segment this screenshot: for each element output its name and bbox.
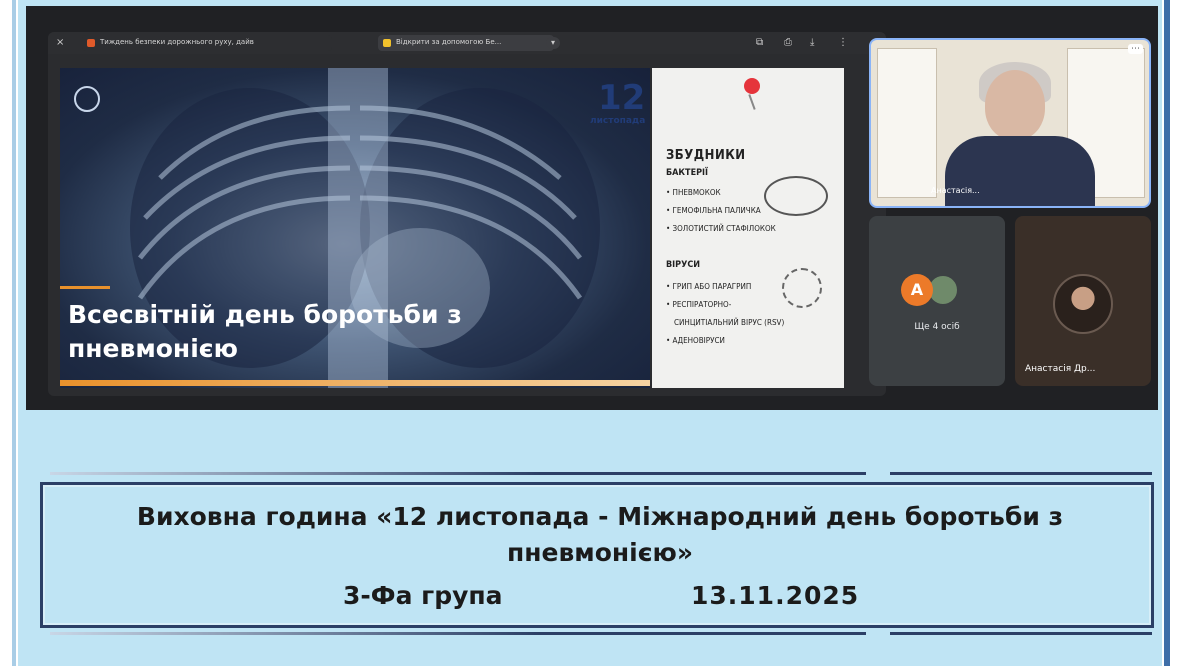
shared-screen: × Тиждень безпеки дорожнього руху, дайв …	[48, 32, 886, 396]
bacteria-item: • ПНЕВМОКОК	[666, 188, 721, 197]
bookshelf	[877, 48, 937, 198]
caption-date: 13.11.2025	[691, 581, 860, 610]
decorative-line	[890, 632, 1152, 635]
browser-tab-2[interactable]: Відкрити за допомогою Бе...	[378, 35, 554, 51]
participant-tile-more[interactable]: A Ще 4 осіб	[869, 216, 1005, 386]
video-call-window: × Тиждень безпеки дорожнього руху, дайв …	[26, 6, 1158, 410]
accent-bar	[60, 380, 650, 386]
pathogens-heading: ЗБУДНИКИ	[666, 148, 746, 163]
more-participants-label: Ще 4 осіб	[914, 322, 960, 332]
slide-info-panel: ЗБУДНИКИ БАКТЕРІЇ • ПНЕВМОКОК • ГЕМОФІЛЬ…	[652, 68, 844, 388]
bacteria-item: • ГЕМОФІЛЬНА ПАЛИЧКА	[666, 206, 761, 215]
viruses-heading: ВІРУСИ	[666, 260, 701, 270]
chevron-down-icon[interactable]: ▾	[546, 37, 560, 49]
more-vert-icon[interactable]: ⋮	[838, 37, 848, 48]
petri-dish-icon	[764, 176, 828, 216]
left-frame-border	[0, 0, 18, 666]
tab-favicon-icon	[383, 39, 391, 47]
bacteria-item: • ЗОЛОТИСТИЙ СТАФІЛОКОК	[666, 224, 776, 233]
slide-date-number: 12	[598, 78, 646, 118]
cast-icon[interactable]: ⧉	[756, 37, 763, 48]
participant-tile-camera[interactable]: Анастасія... ⋯	[869, 38, 1151, 208]
slide-xray-panel: Всесвітній день боротьби з пневмонією 12…	[60, 68, 650, 388]
virus-item: • АДЕНОВІРУСИ	[666, 336, 725, 345]
decorative-line	[50, 632, 866, 635]
browser-tab-bar: × Тиждень безпеки дорожнього руху, дайв …	[48, 32, 886, 54]
pushpin-needle	[748, 94, 756, 110]
caption-title: Виховна година «12 листопада - Міжнародн…	[136, 502, 1064, 567]
pushpin-icon	[744, 78, 760, 94]
slide-title: Всесвітній день боротьби з пневмонією	[68, 300, 462, 363]
slide-date-month: листопада	[590, 116, 646, 126]
right-frame-border	[1162, 0, 1184, 666]
participant-body	[945, 136, 1095, 206]
avatar	[1053, 274, 1113, 334]
download-icon[interactable]: ⤓	[810, 37, 814, 48]
close-icon[interactable]: ×	[56, 37, 64, 48]
participant-tile-anastasia[interactable]: Анастасія Др...	[1015, 216, 1151, 386]
participant-face	[985, 70, 1045, 140]
accent-line	[60, 286, 110, 289]
participant-name: Анастасія Др...	[1025, 364, 1096, 374]
virus-item: • РЕСПІРАТОРНО-	[666, 300, 732, 309]
avatar: A	[901, 274, 933, 306]
virus-icon	[782, 268, 822, 308]
tab-title: Відкрити за допомогою Бе...	[396, 38, 502, 46]
decorative-line	[50, 472, 866, 475]
browser-tab-1[interactable]: Тиждень безпеки дорожнього руху, дайв	[82, 35, 332, 51]
tab-title: Тиждень безпеки дорожнього руху, дайв	[100, 38, 254, 46]
virus-item: • ГРИП АБО ПАРАГРИП	[666, 282, 752, 291]
caption-group: 3-Фа група	[343, 581, 503, 610]
caption-box: Виховна година «12 листопада - Міжнародн…	[40, 482, 1154, 628]
decorative-line	[890, 472, 1152, 475]
virus-item-continued: СИНЦИТІАЛЬНИЙ ВІРУС (RSV)	[674, 318, 785, 327]
logo-icon	[74, 86, 100, 112]
participant-name: Анастасія...	[931, 186, 980, 195]
tab-favicon-icon	[87, 39, 95, 47]
more-options-icon[interactable]: ⋯	[1128, 44, 1143, 54]
print-icon[interactable]: ⎙	[784, 37, 792, 48]
bacteria-heading: БАКТЕРІЇ	[666, 168, 709, 178]
